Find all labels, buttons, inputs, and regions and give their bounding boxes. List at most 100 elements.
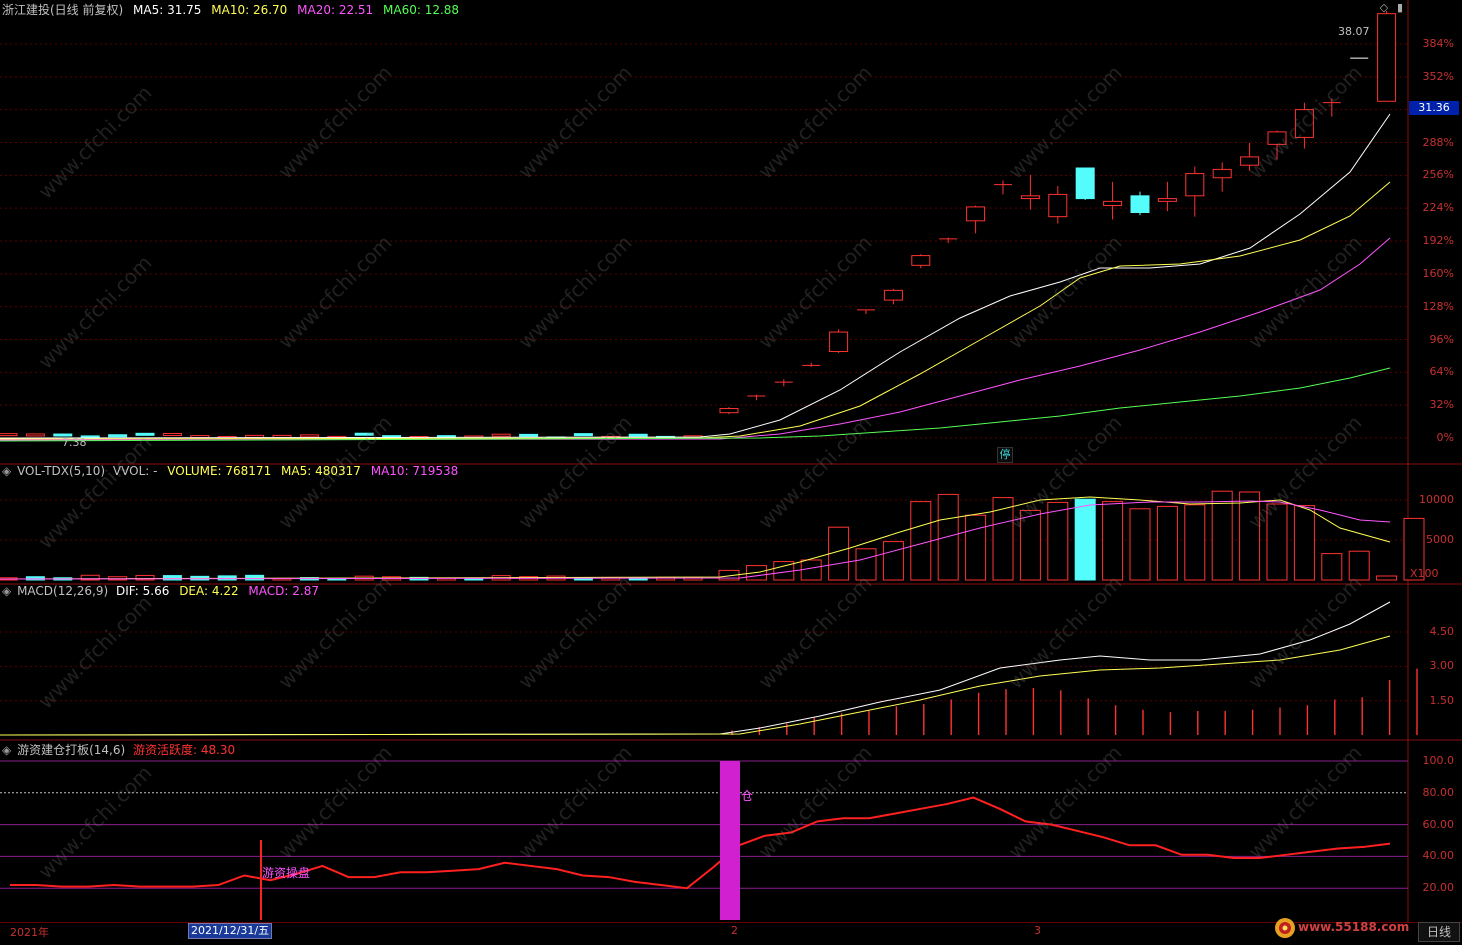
signal-right-label: 仓 (741, 787, 753, 804)
volume-bar (801, 560, 821, 580)
volume-bar (1294, 506, 1314, 580)
candle-body (0, 434, 17, 436)
candle-body (163, 433, 181, 435)
volume-bar (246, 575, 264, 580)
volume-bar (883, 542, 903, 580)
candle-body (1076, 168, 1094, 199)
candle-body (520, 434, 538, 436)
candle-body (720, 409, 738, 413)
candle-body (1049, 194, 1067, 216)
x-year-label: 2021年 (10, 924, 49, 940)
candle-body (1131, 196, 1149, 213)
signal-right-bar (720, 761, 740, 920)
ma10-label: MA10: 26.70 (211, 3, 287, 17)
candle-body (1021, 196, 1039, 199)
volume-bar (1130, 509, 1150, 580)
candle-body (830, 332, 848, 351)
stock-chart-window: www.cfchi.com www.cfchi.com www.cfchi.com w… (0, 0, 1462, 944)
volume-bar (1075, 499, 1095, 580)
macd-indicator-name[interactable]: MACD(12,26,9) (17, 584, 108, 598)
volume-bar (1048, 502, 1068, 580)
candle-body (300, 435, 318, 437)
indicator-axis-label: 100.0 (1404, 754, 1454, 767)
volume-bar (26, 577, 44, 580)
price-axis-label: 96% (1404, 333, 1454, 346)
volume-bar (938, 494, 958, 580)
indicator-axis-label: 60.00 (1404, 818, 1454, 831)
dif-label: DIF: 5.66 (116, 584, 169, 598)
dea-label: DEA: 4.22 (179, 584, 238, 598)
ma10-line (0, 182, 1390, 439)
price-axis-label: 256% (1404, 168, 1454, 181)
activity-label: 游资活跃度: 48.30 (133, 743, 235, 757)
volume-bar (1212, 491, 1232, 580)
macd-axis-label: 1.50 (1404, 694, 1454, 707)
macd-header: ◈ MACD(12,26,9) DIF: 5.66 DEA: 4.22 MACD… (2, 583, 325, 599)
price-axis-label: 224% (1404, 201, 1454, 214)
volume-bar (1157, 506, 1177, 580)
activity-line (10, 798, 1390, 889)
collapse-icon[interactable]: ◈ (2, 743, 11, 757)
dif-line (0, 602, 1390, 735)
macd-axis-label: 4.50 (1404, 625, 1454, 638)
price-axis-label: 160% (1404, 267, 1454, 280)
period-button[interactable]: 日线 (1418, 922, 1460, 942)
limit-stop-badge: 停 (997, 447, 1013, 463)
volume-unit: X100 (1410, 567, 1439, 580)
ma5-line (0, 114, 1390, 438)
indicator-axis-label: 20.00 (1404, 881, 1454, 894)
price-axis-label: 32% (1404, 398, 1454, 411)
signal-left-label: 游资操盘 (262, 864, 310, 881)
vol-indicator-name[interactable]: VOL-TDX(5,10) (17, 464, 105, 478)
volume-axis-label: 10000 (1404, 493, 1454, 506)
price-axis-label: 384% (1404, 37, 1454, 50)
candle-body (574, 434, 592, 436)
indicator-axis-label: 80.00 (1404, 786, 1454, 799)
collapse-icon[interactable]: ◈ (2, 464, 11, 478)
site-logo-text: www.55188.com (1298, 920, 1409, 934)
ma20-label: MA20: 22.51 (297, 3, 373, 17)
stock-title[interactable]: 浙江建投(日线 前复权) (2, 3, 123, 17)
candle-body (492, 434, 510, 436)
price-axis-label: 64% (1404, 365, 1454, 378)
main-header: 浙江建投(日线 前复权) MA5: 31.75 MA10: 26.70 MA20… (2, 2, 465, 18)
volume-bar (136, 575, 154, 580)
price-axis-label: 128% (1404, 300, 1454, 313)
max-price-label: 38.07 (1338, 25, 1370, 38)
price-axis-label: 352% (1404, 70, 1454, 83)
collapse-icon[interactable]: ◈ (2, 584, 11, 598)
candle-body (912, 256, 930, 266)
candle-body (1104, 201, 1122, 205)
volume-header: ◈ VOL-TDX(5,10) VVOL: - VOLUME: 768171 M… (2, 463, 464, 479)
min-price-label: 7.38 (62, 436, 87, 449)
indicator-header: ◈ 游资建仓打板(14,6) 游资活跃度: 48.30 (2, 742, 241, 758)
volume-bar (1103, 502, 1123, 580)
indicator-axis-label: 40.00 (1404, 849, 1454, 862)
candle-body (1158, 199, 1176, 202)
price-axis-label: 192% (1404, 234, 1454, 247)
candle-body (1378, 14, 1396, 102)
vol-ma5-label: MA5: 480317 (281, 464, 361, 478)
ma5-label: MA5: 31.75 (133, 3, 201, 17)
ma60-label: MA60: 12.88 (383, 3, 459, 17)
price-axis-label: 0% (1404, 431, 1454, 444)
wvol-label: VVOL: - (113, 464, 158, 478)
volume-ma5-line (0, 497, 1390, 579)
candle-body (629, 434, 647, 436)
current-price-tag: 31.36 (1409, 101, 1459, 115)
vol-ma10-label: MA10: 719538 (371, 464, 459, 478)
indicator-name[interactable]: 游资建仓打板(14,6) (17, 743, 125, 757)
volume-bar (1185, 505, 1205, 580)
diamond-icon[interactable]: ◇ (1378, 2, 1390, 14)
scrollbar-button[interactable]: ▮ (1394, 2, 1406, 14)
price-axis-label: 288% (1404, 136, 1454, 149)
volume-label: VOLUME: 768171 (167, 464, 271, 478)
candle-body (967, 207, 985, 221)
macd-label: MACD: 2.87 (248, 584, 319, 598)
candle-body (273, 435, 291, 437)
volume-bar (911, 502, 931, 580)
ma60-line (0, 368, 1390, 441)
volume-bar (163, 576, 181, 580)
candle-body (26, 434, 44, 436)
candle-body (1213, 169, 1231, 177)
